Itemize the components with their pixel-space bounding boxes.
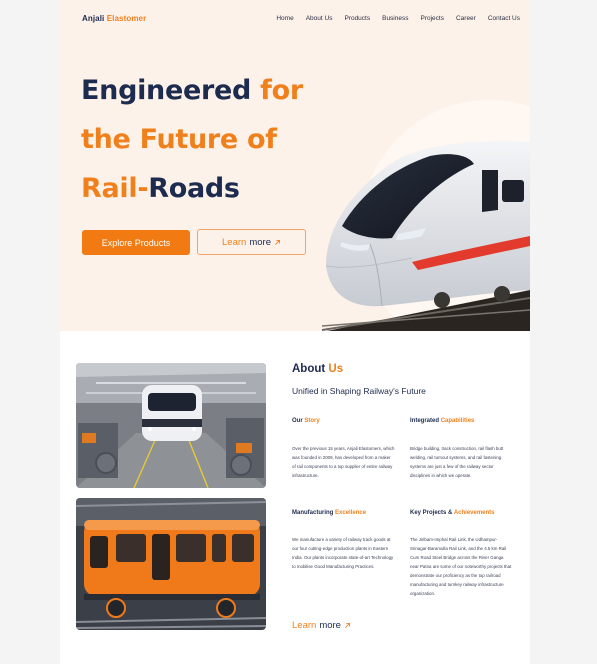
card-text-key-projects: The Jiribam-Imphal Rail Link, the Udhamp… [410, 537, 512, 596]
nav-item-career[interactable]: Career [456, 15, 476, 22]
learn-more-word1: Learn [222, 236, 247, 248]
card-title-integrated-capabilities: Integrated Capabilities [410, 418, 474, 424]
nav-item-contact[interactable]: Contact Us [488, 15, 520, 22]
headline-word-for: for [260, 75, 303, 106]
about-heading-word1: About [292, 363, 326, 375]
high-speed-train-image [322, 141, 530, 331]
headline-line2: the Future of [81, 124, 277, 155]
card-title-a: Manufacturing [292, 510, 334, 516]
about-learn-more-link[interactable]: Learn more [292, 620, 351, 631]
card-title-b: Excellence [335, 510, 367, 516]
nav-item-products[interactable]: Products [344, 15, 370, 22]
card-title-a: Our [292, 418, 303, 424]
card-title-our-story: Our Story [292, 418, 320, 424]
learn-more-word2: more [249, 236, 271, 248]
factory-photo-train [76, 363, 266, 488]
explore-products-button[interactable]: Explore Products [82, 230, 190, 255]
card-title-a: Key Projects & [410, 510, 453, 516]
top-nav: Home About Us Products Business Projects… [276, 15, 520, 22]
hero-section: Anjali Elastomer Home About Us Products … [60, 0, 530, 331]
brand-name-part2: Elastomer [106, 14, 147, 23]
about-heading: About Us [292, 363, 343, 375]
learn-more-button[interactable]: Learn more [197, 229, 306, 255]
card-text-our-story: Over the previous 15 years, Anjali Elast… [292, 446, 395, 478]
learn-more-word1: Learn [292, 620, 317, 631]
headline-word-rail: Rail- [81, 173, 149, 204]
about-subtitle: Unified in Shaping Railway's Future [292, 386, 426, 396]
nav-item-business[interactable]: Business [382, 15, 408, 22]
learn-more-word2: more [319, 620, 341, 631]
arrow-up-right-icon [345, 622, 350, 628]
nav-item-projects[interactable]: Projects [420, 15, 443, 22]
card-text-integrated-capabilities: Bridge building, track construction, rai… [410, 446, 504, 478]
card-title-b: Achievements [453, 510, 495, 516]
arrow-up-right-icon [275, 239, 281, 245]
brand-name-part1: Anjali [82, 14, 105, 23]
headline-word-engineered: Engineered [81, 75, 252, 106]
card-title-a: Integrated [410, 418, 440, 424]
headline-word-roads: Roads [148, 173, 240, 204]
nav-item-about[interactable]: About Us [306, 15, 333, 22]
card-title-key-projects: Key Projects & Achievements [410, 510, 495, 516]
card-title-manufacturing-excellence: Manufacturing Excellence [292, 510, 366, 516]
hero-headline: Engineered for the Future of Rail-Roads [81, 66, 303, 213]
card-title-b: Capabilities [440, 418, 475, 424]
page: Anjali Elastomer Home About Us Products … [60, 0, 530, 664]
nav-item-home[interactable]: Home [276, 15, 293, 22]
about-heading-word2: Us [328, 363, 344, 375]
card-title-b: Story [304, 418, 320, 424]
card-text-manufacturing-excellence: We manufacture a variety of railway trac… [292, 537, 394, 569]
factory-photo-orange-coach [76, 498, 266, 630]
brand-logo[interactable]: Anjali Elastomer [82, 14, 146, 23]
